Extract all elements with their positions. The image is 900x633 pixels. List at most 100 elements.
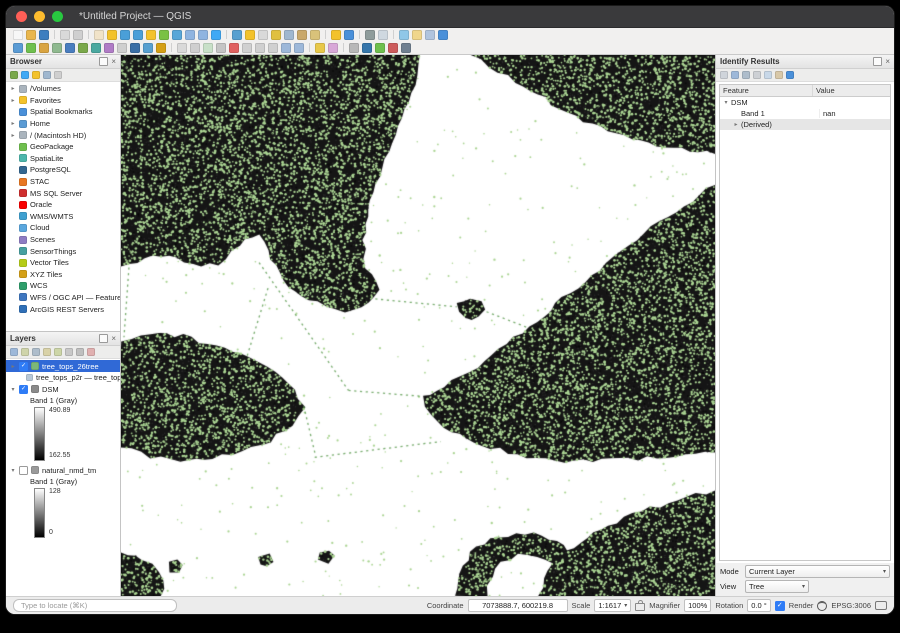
toggle-editing-icon[interactable] bbox=[177, 43, 187, 53]
plugin-manager-icon[interactable] bbox=[401, 43, 411, 53]
view-dropdown[interactable]: Tree ▾ bbox=[745, 580, 809, 593]
close-window-button[interactable] bbox=[16, 11, 27, 22]
browser-properties-icon[interactable] bbox=[54, 71, 62, 79]
add-vector-layer-icon[interactable] bbox=[65, 43, 75, 53]
copy-result-icon[interactable] bbox=[764, 71, 772, 79]
field-calculator-icon[interactable] bbox=[297, 30, 307, 40]
measure-line-icon[interactable] bbox=[310, 30, 320, 40]
undock-panel-icon[interactable] bbox=[99, 57, 108, 66]
collapse-results-icon[interactable] bbox=[731, 71, 739, 79]
render-checkbox[interactable]: ✓ bbox=[775, 601, 785, 611]
magnifier-spinbox[interactable]: 100% bbox=[684, 599, 711, 612]
print-result-icon[interactable] bbox=[775, 71, 783, 79]
add-postgis-layer-icon[interactable] bbox=[130, 43, 140, 53]
deselect-features-icon[interactable] bbox=[258, 30, 268, 40]
undo-icon[interactable] bbox=[281, 43, 291, 53]
zoom-in-icon[interactable] bbox=[120, 30, 130, 40]
browser-item-arcgis-rest-servers[interactable]: ArcGIS REST Servers bbox=[6, 303, 120, 315]
browser-item-spatialite[interactable]: SpatiaLite bbox=[6, 153, 120, 165]
layer-visibility-checkbox[interactable]: ✓ bbox=[19, 362, 28, 371]
layer-item-natural-nmd-tm[interactable]: ▾natural_nmd_tm bbox=[6, 464, 120, 476]
pan-map-icon[interactable] bbox=[94, 30, 104, 40]
add-feature-icon[interactable] bbox=[203, 43, 213, 53]
expand-chevron-icon[interactable]: ▾ bbox=[723, 99, 729, 106]
processing-toolbox-icon[interactable] bbox=[349, 43, 359, 53]
crs-value[interactable]: EPSG:3006 bbox=[831, 601, 871, 610]
zoom-next-icon[interactable] bbox=[198, 30, 208, 40]
zoom-full-icon[interactable] bbox=[146, 30, 156, 40]
expand-all-icon[interactable] bbox=[65, 348, 73, 356]
zoom-to-layer-icon[interactable] bbox=[172, 30, 182, 40]
new-geopackage-layer-icon[interactable] bbox=[26, 43, 36, 53]
layer-child-tree-tops-p2r-tree-tops[interactable]: tree_tops_p2r — tree_tops bbox=[6, 372, 120, 383]
close-panel-icon[interactable]: × bbox=[885, 58, 890, 65]
add-wms-layer-icon[interactable] bbox=[143, 43, 153, 53]
project-new-icon[interactable] bbox=[13, 30, 23, 40]
undock-panel-icon[interactable] bbox=[873, 57, 882, 66]
show-help-icon[interactable] bbox=[438, 30, 448, 40]
delete-selected-icon[interactable] bbox=[229, 43, 239, 53]
expand-chevron-icon[interactable]: ▸ bbox=[733, 121, 739, 128]
layer-item-dsm[interactable]: ▾✓DSM bbox=[6, 383, 120, 395]
close-panel-icon[interactable]: × bbox=[111, 335, 116, 342]
browser-item-favorites[interactable]: ▸Favorites bbox=[6, 95, 120, 107]
new-spatial-bookmark-icon[interactable] bbox=[331, 30, 341, 40]
filter-legend-icon[interactable] bbox=[43, 348, 51, 356]
browser-item-wfs-ogc-api-features[interactable]: WFS / OGC API — Features bbox=[6, 292, 120, 304]
open-attribute-table-icon[interactable] bbox=[284, 30, 294, 40]
browser-item-ms-sql-server[interactable]: MS SQL Server bbox=[6, 187, 120, 199]
identify-row-dsm[interactable]: ▾DSM bbox=[720, 97, 890, 108]
vertex-tool-icon[interactable] bbox=[216, 43, 226, 53]
layer-visibility-checkbox[interactable]: ✓ bbox=[19, 385, 28, 394]
undock-panel-icon[interactable] bbox=[99, 334, 108, 343]
open-layer-styling-icon[interactable] bbox=[10, 348, 18, 356]
new-annotation-icon[interactable] bbox=[412, 30, 422, 40]
zoom-out-icon[interactable] bbox=[133, 30, 143, 40]
select-features-icon[interactable] bbox=[245, 30, 255, 40]
browser-item-postgresql[interactable]: PostgreSQL bbox=[6, 164, 120, 176]
map-canvas-area[interactable] bbox=[121, 55, 715, 596]
save-edits-icon[interactable] bbox=[190, 43, 200, 53]
layer-labeling-icon[interactable] bbox=[315, 43, 325, 53]
filter-by-expression-icon[interactable] bbox=[54, 348, 62, 356]
add-point-cloud-layer-icon[interactable] bbox=[104, 43, 114, 53]
messages-icon[interactable] bbox=[875, 601, 887, 610]
filter-browser-icon[interactable] bbox=[32, 71, 40, 79]
paste-features-icon[interactable] bbox=[268, 43, 278, 53]
collapse-all-icon[interactable] bbox=[76, 348, 84, 356]
browser-item-vector-tiles[interactable]: Vector Tiles bbox=[6, 257, 120, 269]
browser-item-geopackage[interactable]: GeoPackage bbox=[6, 141, 120, 153]
show-spatial-bookmarks-icon[interactable] bbox=[344, 30, 354, 40]
coordinate-value[interactable]: 7073888.7, 600219.8 bbox=[468, 599, 568, 612]
new-scratch-layer-icon[interactable] bbox=[52, 43, 62, 53]
layer-diagram-icon[interactable] bbox=[328, 43, 338, 53]
refresh-browser-icon[interactable] bbox=[21, 71, 29, 79]
browser-item-cloud[interactable]: Cloud bbox=[6, 222, 120, 234]
minimize-window-button[interactable] bbox=[34, 11, 45, 22]
browser-item-sensorthings[interactable]: SensorThings bbox=[6, 245, 120, 257]
browser-item-wms-wmts[interactable]: WMS/WMTS bbox=[6, 211, 120, 223]
locator-search-input[interactable] bbox=[13, 599, 177, 612]
expand-chevron-icon[interactable]: ▾ bbox=[10, 467, 16, 474]
expand-chevron-icon[interactable]: ▸ bbox=[10, 85, 16, 92]
browser-item-stac[interactable]: STAC bbox=[6, 176, 120, 188]
browser-item-volumes[interactable]: ▸/Volumes bbox=[6, 83, 120, 95]
add-group-icon[interactable] bbox=[21, 348, 29, 356]
redo-icon[interactable] bbox=[294, 43, 304, 53]
browser-item-oracle[interactable]: Oracle bbox=[6, 199, 120, 211]
metasearch-icon[interactable] bbox=[388, 43, 398, 53]
mode-dropdown[interactable]: Current Layer ▾ bbox=[745, 565, 890, 578]
temporal-controller-icon[interactable] bbox=[365, 30, 375, 40]
expand-chevron-icon[interactable]: ▸ bbox=[10, 132, 16, 139]
copy-features-icon[interactable] bbox=[255, 43, 265, 53]
browser-item-home[interactable]: ▸Home bbox=[6, 118, 120, 130]
data-source-manager-icon[interactable] bbox=[13, 43, 23, 53]
close-panel-icon[interactable]: × bbox=[111, 58, 116, 65]
project-save-icon[interactable] bbox=[39, 30, 49, 40]
layer-item-tree-tops-26tree[interactable]: ▸✓tree_tops_26tree bbox=[6, 360, 120, 372]
add-delimited-text-icon[interactable] bbox=[117, 43, 127, 53]
add-xyz-layer-icon[interactable] bbox=[156, 43, 166, 53]
browser-item-macintosh-hd[interactable]: ▸/ (Macintosh HD) bbox=[6, 129, 120, 141]
lock-scale-icon[interactable] bbox=[635, 603, 645, 611]
layer-visibility-checkbox[interactable] bbox=[19, 466, 28, 475]
